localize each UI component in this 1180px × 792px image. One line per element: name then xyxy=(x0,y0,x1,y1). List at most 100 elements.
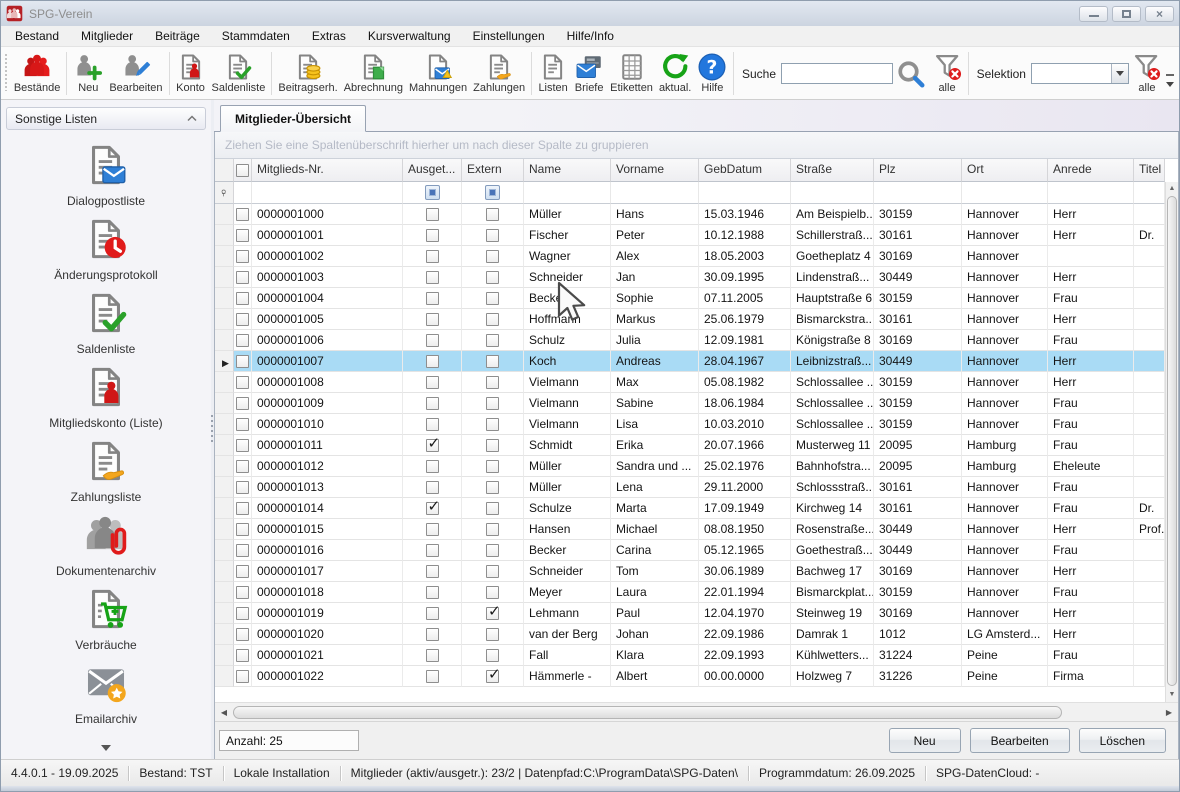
table-row-0000001015[interactable]: 0000001015HansenMichael08.08.1950Rosenst… xyxy=(215,519,1165,540)
column-header-plz[interactable]: Plz xyxy=(874,159,962,182)
extern-checkbox[interactable] xyxy=(486,355,499,368)
row-select-checkbox[interactable] xyxy=(236,586,249,599)
extern-checkbox[interactable] xyxy=(486,292,499,305)
sidebar-scroll-down-icon[interactable] xyxy=(101,745,111,756)
row-select-checkbox[interactable] xyxy=(236,418,249,431)
toolbar-button-beitragserh[interactable]: Beitragserh. xyxy=(275,48,340,99)
extern-checkbox[interactable] xyxy=(486,544,499,557)
table-row-0000001020[interactable]: 0000001020van der BergJohan22.09.1986Dam… xyxy=(215,624,1165,645)
column-header-titel[interactable]: Titel xyxy=(1134,159,1165,182)
chevron-up-icon[interactable] xyxy=(187,115,197,122)
row-select-checkbox[interactable] xyxy=(236,607,249,620)
table-row-0000001016[interactable]: 0000001016BeckerCarina05.12.1965Goethest… xyxy=(215,540,1165,561)
vscroll-thumb[interactable] xyxy=(1167,196,1177,686)
sidebar-splitter[interactable] xyxy=(211,100,214,759)
ausget-checkbox[interactable]: ✓ xyxy=(426,502,439,515)
column-header-mitglieds-nr[interactable]: Mitglieds-Nr. xyxy=(252,159,403,182)
ausget-checkbox[interactable] xyxy=(426,670,439,683)
sidebar-item-dokumentenarchiv[interactable]: Dokumentenarchiv xyxy=(56,512,156,578)
extern-checkbox[interactable] xyxy=(486,523,499,536)
row-select-checkbox[interactable] xyxy=(236,670,249,683)
table-row-0000001012[interactable]: 0000001012MüllerSandra und ...25.02.1976… xyxy=(215,456,1165,477)
menu-item-bestand[interactable]: Bestand xyxy=(4,27,70,45)
row-select-checkbox[interactable] xyxy=(236,292,249,305)
row-select-checkbox[interactable] xyxy=(236,628,249,641)
row-select-checkbox[interactable] xyxy=(236,523,249,536)
row-select-checkbox[interactable] xyxy=(236,649,249,662)
ausget-checkbox[interactable] xyxy=(426,523,439,536)
table-row-0000001013[interactable]: 0000001013MüllerLena29.11.2000Schlossstr… xyxy=(215,477,1165,498)
table-row-0000001021[interactable]: 0000001021FallKlara22.09.1993Kühlwetters… xyxy=(215,645,1165,666)
select-all-checkbox[interactable] xyxy=(234,159,252,182)
extern-checkbox[interactable] xyxy=(486,649,499,662)
sidebar-item-saldenliste[interactable]: Saldenliste xyxy=(77,290,136,356)
table-row-0000001000[interactable]: 0000001000MüllerHans15.03.1946Am Beispie… xyxy=(215,204,1165,225)
column-header-ort[interactable]: Ort xyxy=(962,159,1048,182)
row-select-checkbox[interactable] xyxy=(236,565,249,578)
tab-mitglieder-uebersicht[interactable]: Mitglieder-Übersicht xyxy=(220,105,366,132)
column-header-ausget[interactable]: Ausget... xyxy=(403,159,462,182)
filter-cell[interactable] xyxy=(1048,182,1134,204)
sidebar-item-zahlungsliste[interactable]: Zahlungsliste xyxy=(71,438,142,504)
toolbar-button-briefe[interactable]: Briefe xyxy=(571,48,607,99)
table-row-0000001010[interactable]: 0000001010VielmannLisa10.03.2010Schlossa… xyxy=(215,414,1165,435)
table-row-0000001003[interactable]: 0000001003SchneiderJan30.09.1995Lindenst… xyxy=(215,267,1165,288)
table-row-0000001011[interactable]: 0000001011✓SchmidtErika20.07.1966Musterw… xyxy=(215,435,1165,456)
row-select-checkbox[interactable] xyxy=(236,313,249,326)
chevron-down-icon[interactable] xyxy=(1111,64,1128,83)
ausget-checkbox[interactable] xyxy=(426,271,439,284)
column-header-extern[interactable]: Extern xyxy=(462,159,524,182)
row-select-checkbox[interactable] xyxy=(236,355,249,368)
group-by-drop-zone[interactable]: Ziehen Sie eine Spaltenüberschrift hierh… xyxy=(215,132,1178,159)
row-select-checkbox[interactable] xyxy=(236,397,249,410)
filter-cell[interactable] xyxy=(699,182,791,204)
table-row-0000001007[interactable]: ▶0000001007KochAndreas28.04.1967Leibnizs… xyxy=(215,351,1165,372)
extern-checkbox[interactable] xyxy=(486,250,499,263)
toolbar-grip[interactable] xyxy=(5,54,7,91)
filter-cell[interactable] xyxy=(1134,182,1165,204)
toolbar-button-neu[interactable]: Neu xyxy=(70,48,106,99)
minimize-button[interactable] xyxy=(1079,6,1108,22)
extern-checkbox[interactable] xyxy=(486,313,499,326)
extern-checkbox[interactable] xyxy=(486,628,499,641)
menu-item-kursverwaltung[interactable]: Kursverwaltung xyxy=(357,27,462,45)
scroll-up-icon[interactable]: ▲ xyxy=(1166,182,1178,196)
bearbeiten-button[interactable]: Bearbeiten xyxy=(970,728,1070,753)
ausget-checkbox[interactable] xyxy=(426,544,439,557)
search-icon[interactable] xyxy=(896,59,926,89)
filter-cell[interactable] xyxy=(874,182,962,204)
sidebar-item-mitgliedskonto-liste[interactable]: Mitgliedskonto (Liste) xyxy=(49,364,162,430)
ausget-checkbox[interactable] xyxy=(426,586,439,599)
row-select-checkbox[interactable] xyxy=(236,481,249,494)
row-select-checkbox[interactable] xyxy=(236,502,249,515)
table-row-0000001006[interactable]: 0000001006SchulzJulia12.09.1981Königstra… xyxy=(215,330,1165,351)
selektion-filter-clear-button[interactable]: alle xyxy=(1129,48,1165,99)
menu-item-beitraege[interactable]: Beiträge xyxy=(144,27,211,45)
ausget-checkbox[interactable] xyxy=(426,481,439,494)
row-select-checkbox[interactable] xyxy=(236,250,249,263)
extern-checkbox[interactable] xyxy=(486,271,499,284)
extern-checkbox[interactable] xyxy=(486,376,499,389)
row-select-checkbox[interactable] xyxy=(236,544,249,557)
column-header-strasse[interactable]: Straße xyxy=(791,159,874,182)
ausget-checkbox[interactable] xyxy=(426,649,439,662)
table-row-0000001001[interactable]: 0000001001FischerPeter10.12.1988Schiller… xyxy=(215,225,1165,246)
table-row-0000001005[interactable]: 0000001005HoffmannMarkus25.06.1979Bismar… xyxy=(215,309,1165,330)
ausget-checkbox[interactable] xyxy=(426,313,439,326)
toolbar-button-etiketten[interactable]: Etiketten xyxy=(607,48,656,99)
row-select-checkbox[interactable] xyxy=(236,271,249,284)
search-filter-clear-button[interactable]: alle xyxy=(929,48,965,99)
ausget-checkbox[interactable] xyxy=(426,229,439,242)
extern-checkbox[interactable] xyxy=(486,334,499,347)
toolbar-button-bearbeiten[interactable]: Bearbeiten xyxy=(106,48,165,99)
ausget-checkbox[interactable] xyxy=(426,460,439,473)
filter-extern-button[interactable] xyxy=(462,182,524,204)
row-select-checkbox[interactable] xyxy=(236,229,249,242)
ausget-checkbox[interactable] xyxy=(426,397,439,410)
menu-item-hilfe-info[interactable]: Hilfe/Info xyxy=(556,27,625,45)
table-row-0000001022[interactable]: 0000001022✓Hämmerle -Albert00.00.0000Hol… xyxy=(215,666,1165,687)
ausget-checkbox[interactable] xyxy=(426,334,439,347)
ausget-checkbox[interactable]: ✓ xyxy=(426,439,439,452)
filter-ausget-button[interactable] xyxy=(403,182,462,204)
filter-cell[interactable] xyxy=(524,182,611,204)
